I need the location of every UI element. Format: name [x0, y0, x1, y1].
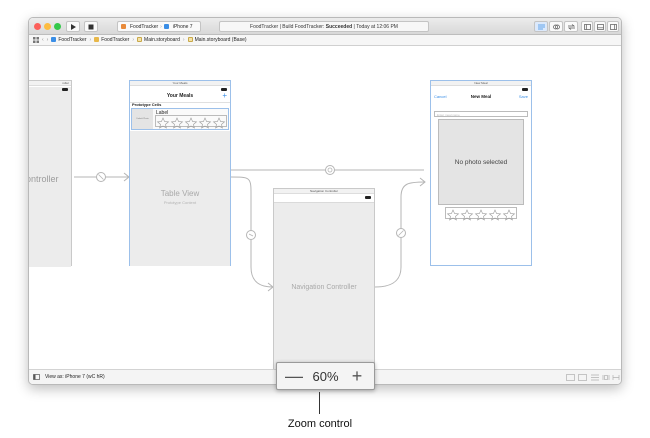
left-panel-icon	[583, 23, 591, 30]
related-items-icon[interactable]	[33, 37, 39, 43]
view-as-device-button[interactable]: View as: iPhone 7 (wC hR)	[45, 374, 105, 380]
star-icon	[474, 209, 488, 221]
meal-table-scene[interactable]: Your Meals Your Meals + Prototype Cells …	[129, 80, 231, 266]
breadcrumb-storyboard-base[interactable]: Main.storyboard (Base)	[187, 37, 247, 43]
folder-icon	[94, 37, 100, 43]
scene-bar-title: Navigation Controller	[274, 189, 374, 194]
rating-control	[155, 115, 227, 129]
back-arrow-icon[interactable]: ‹	[42, 37, 44, 43]
zoom-level: 60%	[312, 368, 339, 384]
scheme-selector[interactable]: FoodTracker › iPhone 7	[117, 21, 201, 32]
navigation-controller-label: Navigation Controller	[291, 284, 357, 291]
add-meal-button[interactable]: +	[222, 91, 227, 100]
prototype-cells-header: Prototype Cells	[132, 102, 162, 107]
callout-label: Zoom control	[287, 418, 353, 430]
minimize-window-button[interactable]	[44, 23, 51, 30]
activity-viewer: FoodTracker | Build FoodTracker: Succeed…	[219, 21, 429, 32]
resolve-icon	[612, 375, 620, 380]
align-icon	[591, 374, 599, 381]
photo-image-view[interactable]: No photo selected	[438, 119, 524, 205]
star-icon	[488, 209, 502, 221]
star-icon	[446, 209, 460, 221]
star-icon	[156, 117, 170, 129]
project-icon	[51, 37, 57, 43]
navigation-controller-scene[interactable]: Navigation Controller Navigation Control…	[273, 188, 375, 371]
pin-icon	[602, 375, 610, 380]
meal-name-field[interactable]: Enter meal name	[434, 111, 528, 117]
version-arrows-icon	[567, 23, 575, 30]
version-editor-button[interactable]	[564, 21, 578, 32]
save-button[interactable]: Save	[519, 94, 528, 99]
breadcrumb-group[interactable]: FoodTracker	[94, 37, 129, 43]
activity-prefix: Build FoodTracker:	[282, 23, 325, 30]
star-icon	[212, 117, 226, 129]
zoom-out-button[interactable]: —	[285, 367, 303, 385]
battery-icon	[522, 88, 528, 91]
scene-title: ontroller	[29, 174, 59, 184]
app-icon	[121, 24, 126, 29]
meal-photo-thumb: Default Photo	[132, 109, 153, 129]
stop-button[interactable]	[84, 21, 98, 32]
jump-bar: ‹ › FoodTracker › FoodTracker › Main.sto…	[29, 35, 621, 46]
forward-arrow-icon[interactable]: ›	[47, 37, 49, 43]
nav-title: Your Meals	[166, 93, 194, 99]
run-button[interactable]	[66, 21, 80, 32]
play-icon	[71, 23, 76, 30]
table-view-area	[130, 131, 230, 266]
assistant-editor-button[interactable]	[549, 21, 563, 32]
bottom-panel-icon	[596, 23, 604, 30]
storyboard-base-icon	[187, 37, 193, 43]
partial-scene[interactable]: roller ontroller	[29, 80, 72, 267]
star-icon	[460, 209, 474, 221]
close-window-button[interactable]	[34, 23, 41, 30]
rating-stars	[446, 209, 516, 221]
editor-lines-icon	[537, 24, 545, 29]
star-icon	[502, 209, 516, 221]
assistant-icon	[552, 24, 560, 29]
xcode-window: FoodTracker › iPhone 7 FoodTracker | Bui…	[28, 17, 622, 385]
storyboard-canvas[interactable]: roller ontroller Your Meals Your Meals +…	[29, 47, 621, 371]
scheme-device: iPhone 7	[172, 23, 193, 30]
table-view-title: Table View	[160, 189, 200, 198]
breadcrumb-storyboard[interactable]: Main.storyboard	[137, 37, 180, 43]
toolbar: FoodTracker › iPhone 7 FoodTracker | Bui…	[29, 18, 621, 35]
right-panel-icon	[609, 23, 617, 30]
star-icon	[184, 117, 198, 129]
navigator-toggle[interactable]	[581, 21, 593, 32]
zoom-control: — 60% +	[276, 362, 375, 390]
utilities-toggle[interactable]	[607, 21, 619, 32]
zoom-in-button[interactable]: +	[348, 367, 366, 385]
stop-icon	[88, 24, 94, 29]
zoom-window-button[interactable]	[54, 23, 61, 30]
scene-bar-title: Your Meals	[130, 81, 230, 86]
new-meal-scene[interactable]: New Meal Cancel New Meal Save Enter meal…	[430, 80, 532, 266]
rating-control	[445, 207, 517, 221]
callout-leader-line	[319, 392, 320, 414]
standard-editor-button[interactable]	[534, 21, 548, 32]
table-view-subtitle: Prototype Content	[163, 200, 197, 205]
segue-node-icon[interactable]	[325, 165, 335, 175]
battery-icon	[365, 196, 371, 199]
update-frames-icon	[566, 374, 575, 381]
breadcrumb-project[interactable]: FoodTracker	[51, 37, 87, 43]
star-icon	[198, 117, 212, 129]
scheme-target: FoodTracker	[130, 23, 159, 30]
activity-time: Today at 12:06 PM	[356, 23, 398, 30]
star-icon	[170, 117, 184, 129]
activity-project: FoodTracker	[250, 23, 279, 30]
rating-stars	[156, 117, 226, 129]
battery-icon	[62, 88, 68, 91]
layout-tools	[566, 374, 620, 381]
nav-title: New Meal	[470, 94, 492, 99]
device-icon	[163, 24, 169, 29]
no-photo-label: No photo selected	[454, 159, 508, 166]
storyboard-file-icon	[137, 37, 143, 43]
meal-table-cell[interactable]: Default Photo Label	[131, 108, 229, 130]
scene-bar-title: New Meal	[431, 81, 531, 86]
document-outline-icon[interactable]	[33, 374, 40, 380]
activity-status: Succeeded	[325, 23, 353, 30]
debug-toggle[interactable]	[594, 21, 606, 32]
stack-icon	[578, 374, 587, 381]
